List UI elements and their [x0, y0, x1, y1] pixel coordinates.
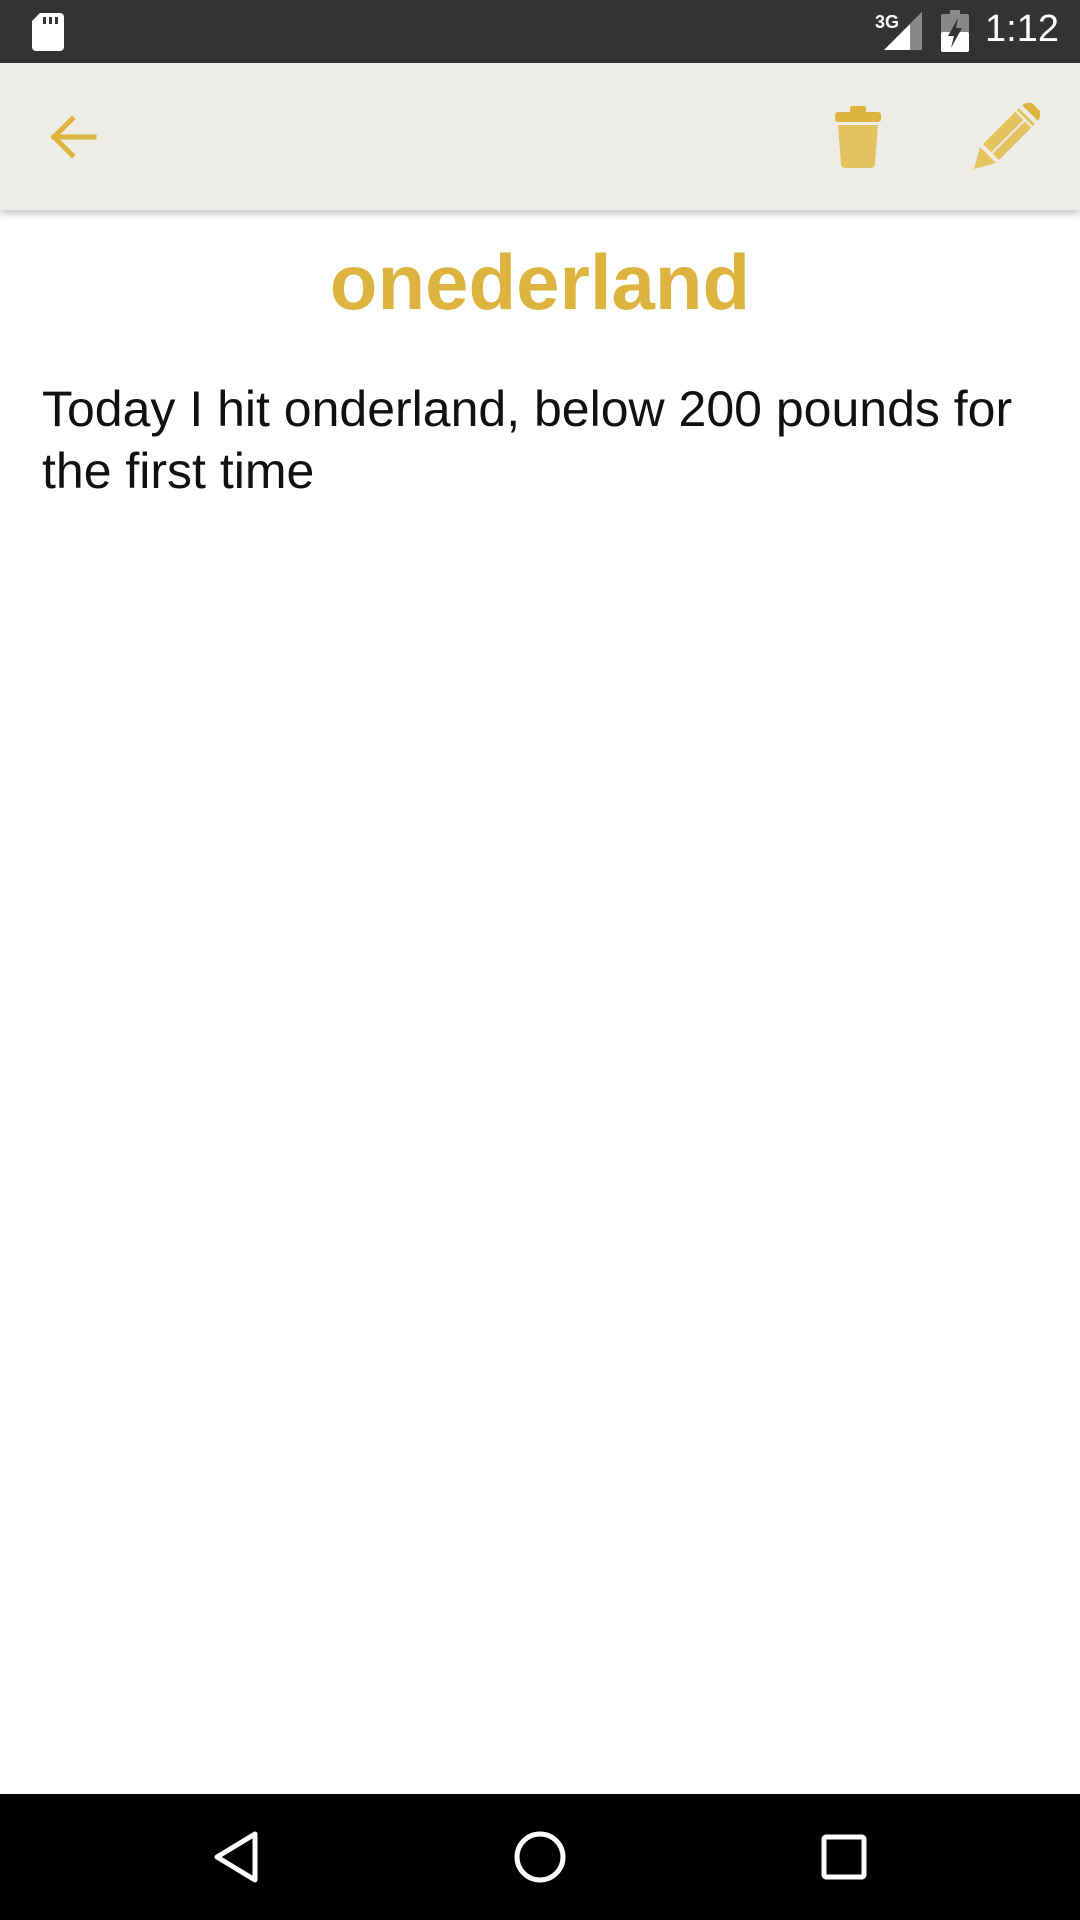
nav-home-icon — [514, 1831, 566, 1883]
trash-icon — [835, 105, 881, 168]
signal-icon — [884, 12, 922, 50]
navigation-bar — [0, 1794, 1080, 1920]
back-button[interactable] — [12, 63, 132, 210]
nav-home-button[interactable] — [470, 1794, 610, 1920]
back-arrow-icon — [50, 114, 97, 159]
app-toolbar — [0, 63, 1080, 210]
clock: 1:12 — [985, 8, 1059, 50]
nav-back-button[interactable] — [166, 1794, 306, 1920]
delete-button[interactable] — [798, 63, 918, 210]
note-title: onederland — [329, 238, 751, 326]
nav-recents-icon — [821, 1834, 867, 1880]
pencil-icon — [974, 102, 1040, 169]
edit-button[interactable] — [946, 63, 1066, 210]
sd-card-icon — [32, 13, 64, 51]
nav-recents-button[interactable] — [774, 1794, 914, 1920]
nav-back-icon — [214, 1831, 258, 1883]
note-body: Today I hit onderland, below 200 pounds … — [42, 381, 1013, 499]
status-bar: 3G 1:12 — [0, 0, 1080, 63]
battery-charging-icon — [941, 10, 969, 52]
